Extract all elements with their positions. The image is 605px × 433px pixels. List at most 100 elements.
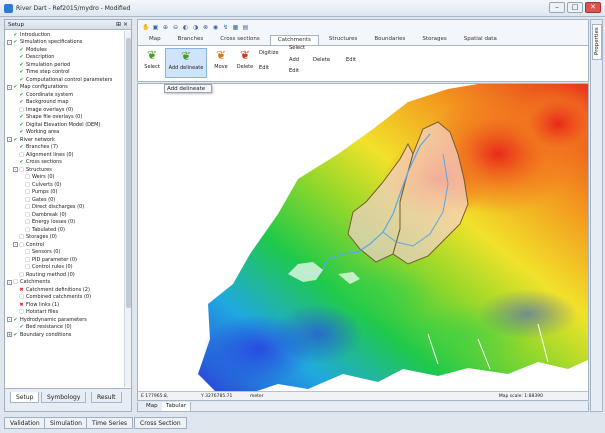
collapse-icon[interactable]: - (7, 137, 12, 143)
tree-item[interactable]: - ✔ Map configurations (5, 84, 123, 92)
edit-group-button[interactable]: Edit (346, 57, 356, 63)
tab-tabular[interactable]: Tabular (162, 402, 191, 411)
elevation-map[interactable] (138, 84, 589, 401)
minimize-button[interactable]: – (549, 2, 565, 13)
tree-item[interactable]: □ Alignment lines (0) (5, 151, 123, 159)
collapse-icon[interactable]: - (7, 317, 12, 323)
tree-item[interactable]: □ Weirs (0) (5, 174, 123, 182)
maximize-button[interactable]: □ (567, 2, 583, 13)
zoom-in-icon[interactable]: ⊕ (162, 24, 169, 31)
tree-item[interactable]: ✔ Introduction (5, 31, 123, 39)
tree-item[interactable]: □ Combined catchments (0) (5, 294, 123, 302)
tab-time-series[interactable]: Time Series (86, 417, 134, 429)
tree-item[interactable]: ✔ Simulation period (5, 61, 123, 69)
tree-item[interactable]: ✔ Computational control parameters (5, 76, 123, 84)
tab-spatial-data[interactable]: Spatial data (457, 35, 504, 45)
tree-item[interactable]: ✔ Bed resistance (0) (5, 324, 123, 332)
tree-item[interactable]: □ Storages (0) (5, 234, 123, 242)
status-x-coordinate: E 177965.8, (141, 394, 169, 399)
tree-item[interactable]: ✔ Background map (5, 99, 123, 107)
add-small-button[interactable]: Add (289, 57, 299, 63)
tab-simulation[interactable]: Simulation (44, 417, 88, 429)
select-small-button[interactable]: Select (289, 45, 305, 51)
tree-item[interactable]: ✔ Cross sections (5, 159, 123, 167)
tab-structures[interactable]: Structures (322, 35, 364, 45)
tab-storages[interactable]: Storages (415, 35, 453, 45)
tab-boundaries[interactable]: Boundaries (367, 35, 412, 45)
tree-item[interactable]: - □ Catchments (5, 279, 123, 287)
tab-validation[interactable]: Validation (4, 417, 46, 429)
tree-item[interactable]: □ Energy losses (0) (5, 219, 123, 227)
tree-item[interactable]: - □ Structures (5, 166, 123, 174)
close-panel-icon[interactable]: × (123, 21, 128, 28)
collapse-icon[interactable]: - (7, 84, 12, 90)
add-delineate-button[interactable]: ❦ Add delineate (165, 48, 207, 78)
zoom-next-icon[interactable]: ◑ (192, 24, 199, 31)
tree-item[interactable]: + ✔ Boundary conditions (5, 331, 123, 339)
tree-item[interactable]: ✔ Branches (7) (5, 144, 123, 152)
tree-item[interactable]: □ PID parameter (0) (5, 256, 123, 264)
tree-item[interactable]: ✔ Digital Elevation Model (DEM) (5, 121, 123, 129)
tree-item[interactable]: □ Culverts (0) (5, 181, 123, 189)
tab-map-view[interactable]: Map (142, 402, 163, 411)
table-icon[interactable]: ▦ (232, 24, 239, 31)
tree-item[interactable]: ✔ Time step control (5, 69, 123, 77)
tab-symbology[interactable]: Symbology (41, 392, 87, 403)
tab-result[interactable]: Result (91, 392, 122, 403)
tree-item[interactable]: ✔ Modules (5, 46, 123, 54)
tree-item[interactable]: □ Control rules (0) (5, 264, 123, 272)
zoom-out-icon[interactable]: ⊖ (172, 24, 179, 31)
tree-item[interactable]: □ Tabulated (0) (5, 226, 123, 234)
tab-cross-section[interactable]: Cross Section (134, 417, 187, 429)
tree-item[interactable]: - □ Control (5, 241, 123, 249)
tab-branches[interactable]: Branches (171, 35, 211, 45)
tree-item[interactable]: □ Image overlays (0) (5, 106, 123, 114)
tree-item[interactable]: ✔ Description (5, 54, 123, 62)
tree-item[interactable]: - ✔ River network (5, 136, 123, 144)
tree-item[interactable]: ✔ Working area (5, 129, 123, 137)
tree-scrollbar[interactable] (124, 31, 131, 387)
tree-item[interactable]: □ Hotstart files (5, 309, 123, 317)
edit-small-button[interactable]: Edit (289, 68, 299, 74)
select-box-icon[interactable]: ▣ (152, 24, 159, 31)
tree-item[interactable]: ✔ Coordinate system (5, 91, 123, 99)
tree-item[interactable]: □ Dambreak (0) (5, 211, 123, 219)
expand-icon[interactable]: + (7, 332, 12, 338)
legend-icon[interactable]: ▤ (242, 24, 249, 31)
tab-setup[interactable]: Setup (10, 392, 40, 403)
edit-digitize-button[interactable]: Edit (259, 65, 269, 71)
tree-item[interactable]: □ Sensors (0) (5, 249, 123, 257)
tree-item[interactable]: □ Direct discharges (0) (5, 204, 123, 212)
digitize-button[interactable]: Digitize (259, 50, 279, 56)
tab-catchments[interactable]: Catchments (269, 35, 319, 45)
zoom-full-icon[interactable]: ⊗ (202, 24, 209, 31)
tree-item[interactable]: □ Pumps (0) (5, 189, 123, 197)
zoom-previous-icon[interactable]: ◐ (182, 24, 189, 31)
pin-icon[interactable]: ⊞ (116, 21, 121, 28)
delete-button[interactable]: ❦ Delete (234, 48, 256, 78)
tree-scrollbar-thumb[interactable] (126, 38, 131, 308)
tree-item[interactable]: ✔ Shape file overlays (0) (5, 114, 123, 122)
collapse-icon[interactable]: - (7, 39, 12, 45)
tree-item[interactable]: - ✔ Simulation specifications (5, 39, 123, 47)
collapse-icon[interactable]: - (7, 279, 12, 285)
close-button[interactable]: ✕ (585, 2, 601, 13)
measure-icon[interactable]: ↯ (222, 24, 229, 31)
move-button[interactable]: ❦ Move (210, 48, 232, 78)
delete-small-button[interactable]: Delete (313, 57, 330, 63)
tab-map[interactable]: Map (142, 35, 168, 45)
tree-item[interactable]: ✖ Catchment definitions (2) (5, 286, 123, 294)
tab-cross-sections[interactable]: Cross sections (213, 35, 267, 45)
hand-icon[interactable]: ✋ (142, 24, 149, 31)
select-button[interactable]: ❦ Select (141, 48, 163, 78)
collapse-icon[interactable]: - (13, 167, 18, 173)
map-view[interactable]: E 177965.8, Y 3276785.71 meter Map scale… (137, 83, 589, 401)
tree-item[interactable]: - ✔ Hydrodynamic parameters (5, 316, 123, 324)
tree-item[interactable]: ✖ Flow links (1) (5, 301, 123, 309)
check-icon: ✔ (19, 61, 24, 68)
collapse-icon[interactable]: - (13, 242, 18, 248)
tree-item[interactable]: □ Gates (0) (5, 196, 123, 204)
properties-tab[interactable]: Properties (592, 24, 602, 60)
globe-icon[interactable]: ◉ (212, 24, 219, 31)
tree-item[interactable]: □ Routing method (0) (5, 271, 123, 279)
